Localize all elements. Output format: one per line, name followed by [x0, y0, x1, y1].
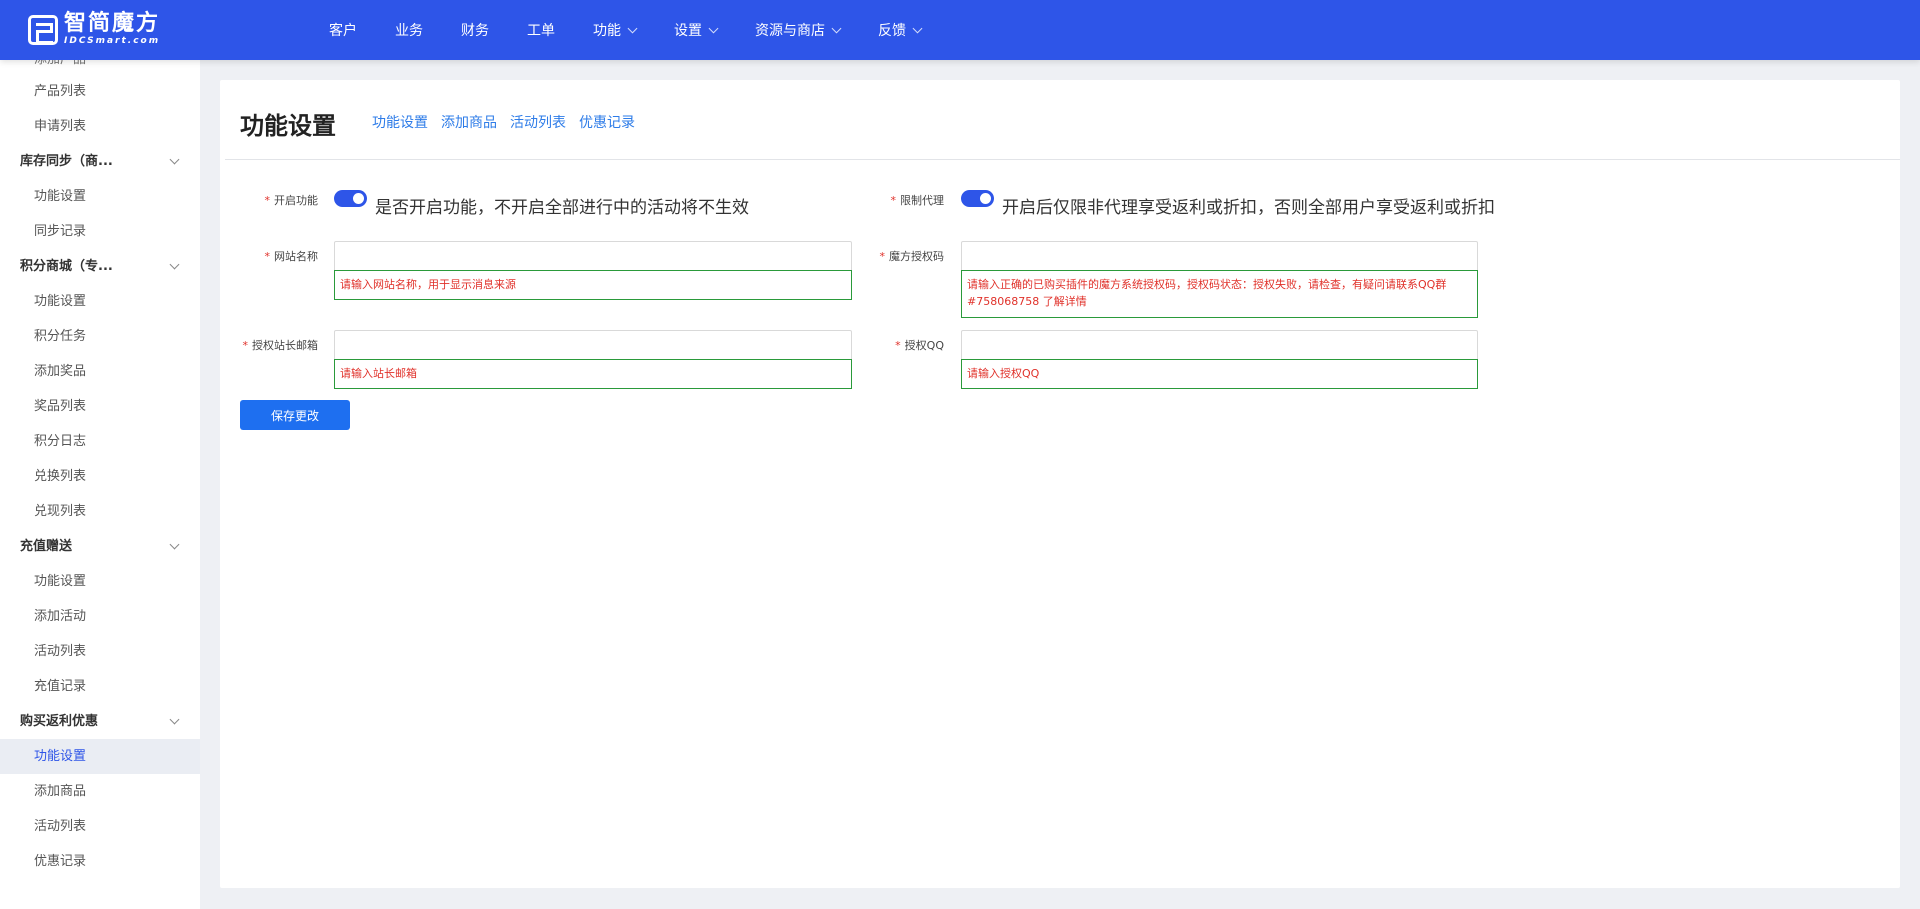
- admin-email-label: * 授权站长邮箱: [242, 339, 319, 352]
- admin-email-input[interactable]: [334, 330, 852, 360]
- limit-agent-hint: 开启后仅限非代理享受返利或折扣，否则全部用户享受返利或折扣: [1002, 198, 1495, 218]
- logo-text-cn: 智简魔方: [64, 11, 161, 36]
- sidebar-item[interactable]: 活动列表: [0, 809, 200, 844]
- card-header: 功能设置 功能设置 添加商品 活动列表 优惠记录: [220, 80, 1900, 160]
- chevron-down-icon: [708, 23, 719, 33]
- nav-item-6[interactable]: 资源与商店: [736, 0, 859, 60]
- license-code-label: * 魔方授权码: [879, 250, 945, 263]
- nav-item-2[interactable]: 财务: [442, 0, 508, 60]
- sidebar-item[interactable]: 添加奖品: [0, 354, 200, 389]
- sidebar-group[interactable]: 积分商城（专...: [0, 249, 200, 284]
- top-navbar: 智简魔方 IDCSmart.com 客户 业务 财务 工单 功能 设置 资源与商店 反馈: [0, 0, 1920, 60]
- chevron-down-icon: [169, 539, 180, 550]
- sidebar-item-active[interactable]: 功能设置: [0, 739, 200, 774]
- site-name-label: * 网站名称: [264, 250, 319, 263]
- sidebar-item[interactable]: 兑换列表: [0, 459, 200, 494]
- chevron-down-icon: [627, 23, 638, 33]
- nav-item-1[interactable]: 业务: [376, 0, 442, 60]
- license-qq-label: * 授权QQ: [895, 339, 944, 352]
- chevron-down-icon: [169, 259, 180, 270]
- site-name-error: 请输入网站名称，用于显示消息来源: [334, 270, 852, 300]
- page-title: 功能设置: [240, 112, 336, 140]
- sidebar-item[interactable]: 添加活动: [0, 599, 200, 634]
- header-tab-2[interactable]: 活动列表: [510, 112, 566, 132]
- license-qq-error: 请输入授权QQ: [961, 359, 1478, 389]
- sidebar-item[interactable]: 积分日志: [0, 424, 200, 459]
- sidebar-item[interactable]: 功能设置: [0, 284, 200, 319]
- nav-item-7[interactable]: 反馈: [859, 0, 940, 60]
- license-code-input[interactable]: [961, 241, 1478, 271]
- chevron-down-icon: [169, 154, 180, 165]
- header-tab-0[interactable]: 功能设置: [372, 112, 428, 132]
- sidebar-item-partial[interactable]: 添加产品: [0, 60, 200, 74]
- sidebar-list: 产品列表 申请列表 库存同步（商... 功能设置 同步记录 积分商城（专... 功能设置 积分…: [0, 74, 200, 879]
- logo-text-en: IDCSmart.com: [64, 36, 161, 46]
- sidebar-item[interactable]: 兑现列表: [0, 494, 200, 529]
- enable-label: * 开启功能: [264, 194, 319, 207]
- sidebar-item[interactable]: 充值记录: [0, 669, 200, 704]
- license-code-error: 请输入正确的已购买插件的魔方系统授权码，授权码状态：授权失败，请检查，有疑问请联…: [961, 270, 1478, 318]
- nav-item-3[interactable]: 工单: [508, 0, 574, 60]
- chevron-down-icon: [831, 23, 842, 33]
- enable-toggle[interactable]: [334, 190, 367, 207]
- sidebar-item[interactable]: 产品列表: [0, 74, 200, 109]
- chevron-down-icon: [169, 714, 180, 725]
- header-tab-3[interactable]: 优惠记录: [579, 112, 635, 132]
- sidebar-item[interactable]: 优惠记录: [0, 844, 200, 879]
- content-card: 功能设置 功能设置 添加商品 活动列表 优惠记录 * 开启功能 是否开启功能，不开启全部…: [220, 80, 1900, 888]
- logo-icon: [28, 14, 58, 45]
- sidebar-item[interactable]: 积分任务: [0, 319, 200, 354]
- sidebar-item[interactable]: 功能设置: [0, 179, 200, 214]
- sidebar: 添加产品 产品列表申请列表库存同步（商...功能设置同步记录积分商城（专...功…: [0, 60, 200, 909]
- limit-agent-label: * 限制代理: [890, 194, 945, 207]
- license-qq-input[interactable]: [961, 330, 1478, 360]
- sidebar-item[interactable]: 申请列表: [0, 109, 200, 144]
- header-divider: [225, 159, 1900, 160]
- nav-item-5[interactable]: 设置: [655, 0, 736, 60]
- site-name-input[interactable]: [334, 241, 852, 271]
- sidebar-item[interactable]: 同步记录: [0, 214, 200, 249]
- limit-agent-toggle[interactable]: [961, 190, 994, 207]
- save-button[interactable]: 保存更改: [240, 400, 350, 430]
- sidebar-item[interactable]: 添加商品: [0, 774, 200, 809]
- sidebar-item[interactable]: 奖品列表: [0, 389, 200, 424]
- enable-hint: 是否开启功能，不开启全部进行中的活动将不生效: [375, 198, 749, 218]
- nav-item-0[interactable]: 客户: [310, 0, 376, 60]
- logo[interactable]: 智简魔方 IDCSmart.com: [28, 12, 160, 47]
- nav-item-4[interactable]: 功能: [574, 0, 655, 60]
- sidebar-item[interactable]: 功能设置: [0, 564, 200, 599]
- header-tabs: 功能设置 添加商品 活动列表 优惠记录: [372, 112, 648, 132]
- sidebar-item[interactable]: 活动列表: [0, 634, 200, 669]
- sidebar-group[interactable]: 充值赠送: [0, 529, 200, 564]
- sidebar-group[interactable]: 购买返利优惠: [0, 704, 200, 739]
- header-tab-1[interactable]: 添加商品: [441, 112, 497, 132]
- admin-email-error: 请输入站长邮箱: [334, 359, 852, 389]
- chevron-down-icon: [912, 23, 923, 33]
- main-nav: 客户 业务 财务 工单 功能 设置 资源与商店 反馈: [310, 0, 940, 60]
- sidebar-group[interactable]: 库存同步（商...: [0, 144, 200, 179]
